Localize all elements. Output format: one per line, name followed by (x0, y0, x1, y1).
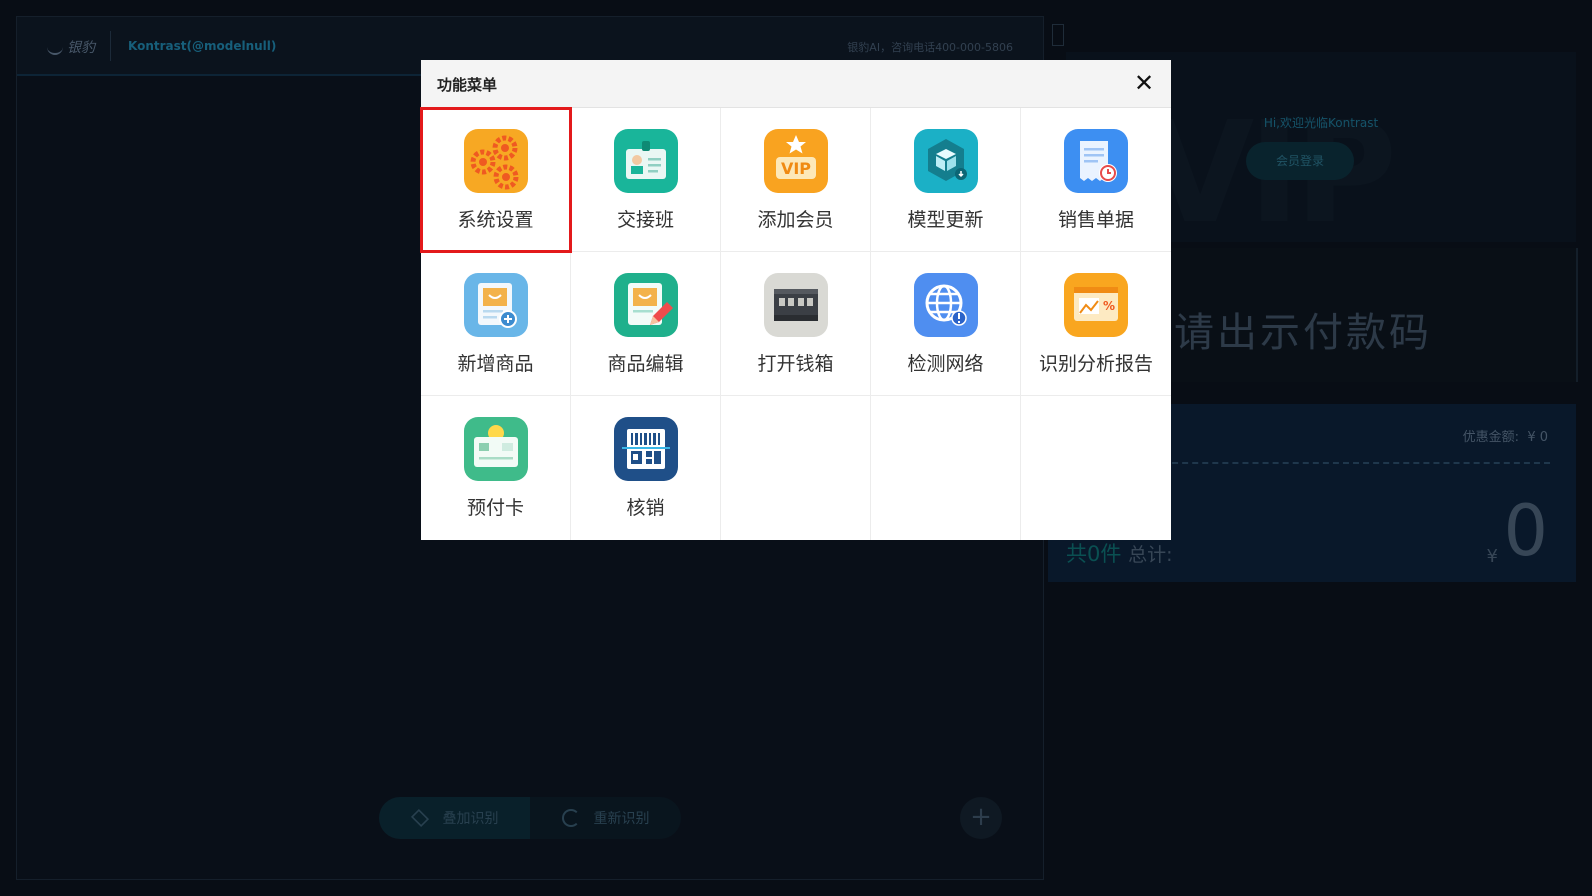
menu-item-write-off[interactable]: 核销 (571, 396, 721, 540)
menu-item-edit-product[interactable]: 商品编辑 (571, 252, 721, 396)
menu-item-label: 交接班 (616, 209, 674, 231)
menu-item-label: 核销 (626, 497, 665, 519)
network-check-icon (914, 273, 978, 337)
menu-item-label: 销售单据 (1057, 209, 1134, 231)
menu-item-new-product[interactable]: 新增商品 (421, 252, 571, 396)
function-menu-dialog: 功能菜单 ✕ 系统设置 交接班 VIP 添加会员 模型更新 销售单据 新增商品 … (420, 60, 1171, 540)
qr-scan-icon (614, 417, 678, 481)
cash-drawer-icon (764, 273, 828, 337)
menu-item-label: 新增商品 (457, 353, 534, 375)
menu-item-label: 系统设置 (457, 209, 534, 231)
empty-cell (721, 396, 871, 540)
menu-item-label: 预付卡 (466, 497, 524, 519)
add-product-icon (464, 273, 528, 337)
menu-item-model-update[interactable]: 模型更新 (871, 108, 1021, 252)
menu-item-label: 识别分析报告 (1038, 353, 1153, 375)
menu-item-add-member[interactable]: VIP 添加会员 (721, 108, 871, 252)
menu-item-network-check[interactable]: 检测网络 (871, 252, 1021, 396)
menu-item-label: 模型更新 (907, 209, 984, 231)
menu-item-label: 添加会员 (757, 209, 834, 231)
edit-product-icon (614, 273, 678, 337)
close-button[interactable]: ✕ (1129, 68, 1159, 98)
analysis-report-icon: % (1064, 273, 1128, 337)
menu-item-prepaid-card[interactable]: 预付卡 (421, 396, 571, 540)
dialog-title: 功能菜单 (437, 76, 498, 94)
svg-text:VIP: VIP (781, 159, 811, 178)
menu-item-sales-receipts[interactable]: 销售单据 (1021, 108, 1171, 252)
empty-cell (1021, 396, 1171, 540)
menu-item-label: 打开钱箱 (757, 353, 834, 375)
cube-update-icon (914, 129, 978, 193)
menu-item-analysis-report[interactable]: % 识别分析报告 (1021, 252, 1171, 396)
prepaid-card-icon (464, 417, 528, 481)
dialog-header: 功能菜单 ✕ (421, 60, 1171, 108)
receipt-clock-icon (1064, 129, 1128, 193)
id-badge-icon (614, 129, 678, 193)
svg-text:%: % (1103, 299, 1115, 313)
menu-item-label: 商品编辑 (607, 353, 684, 375)
gears-icon (464, 129, 528, 193)
vip-icon: VIP (764, 129, 828, 193)
empty-cell (871, 396, 1021, 540)
menu-item-label: 检测网络 (907, 353, 984, 375)
menu-item-open-cash-drawer[interactable]: 打开钱箱 (721, 252, 871, 396)
menu-grid: 系统设置 交接班 VIP 添加会员 模型更新 销售单据 新增商品 商品编辑 打开… (420, 107, 1171, 540)
menu-item-shift-handover[interactable]: 交接班 (571, 108, 721, 252)
menu-item-system-settings[interactable]: 系统设置 (420, 107, 572, 253)
